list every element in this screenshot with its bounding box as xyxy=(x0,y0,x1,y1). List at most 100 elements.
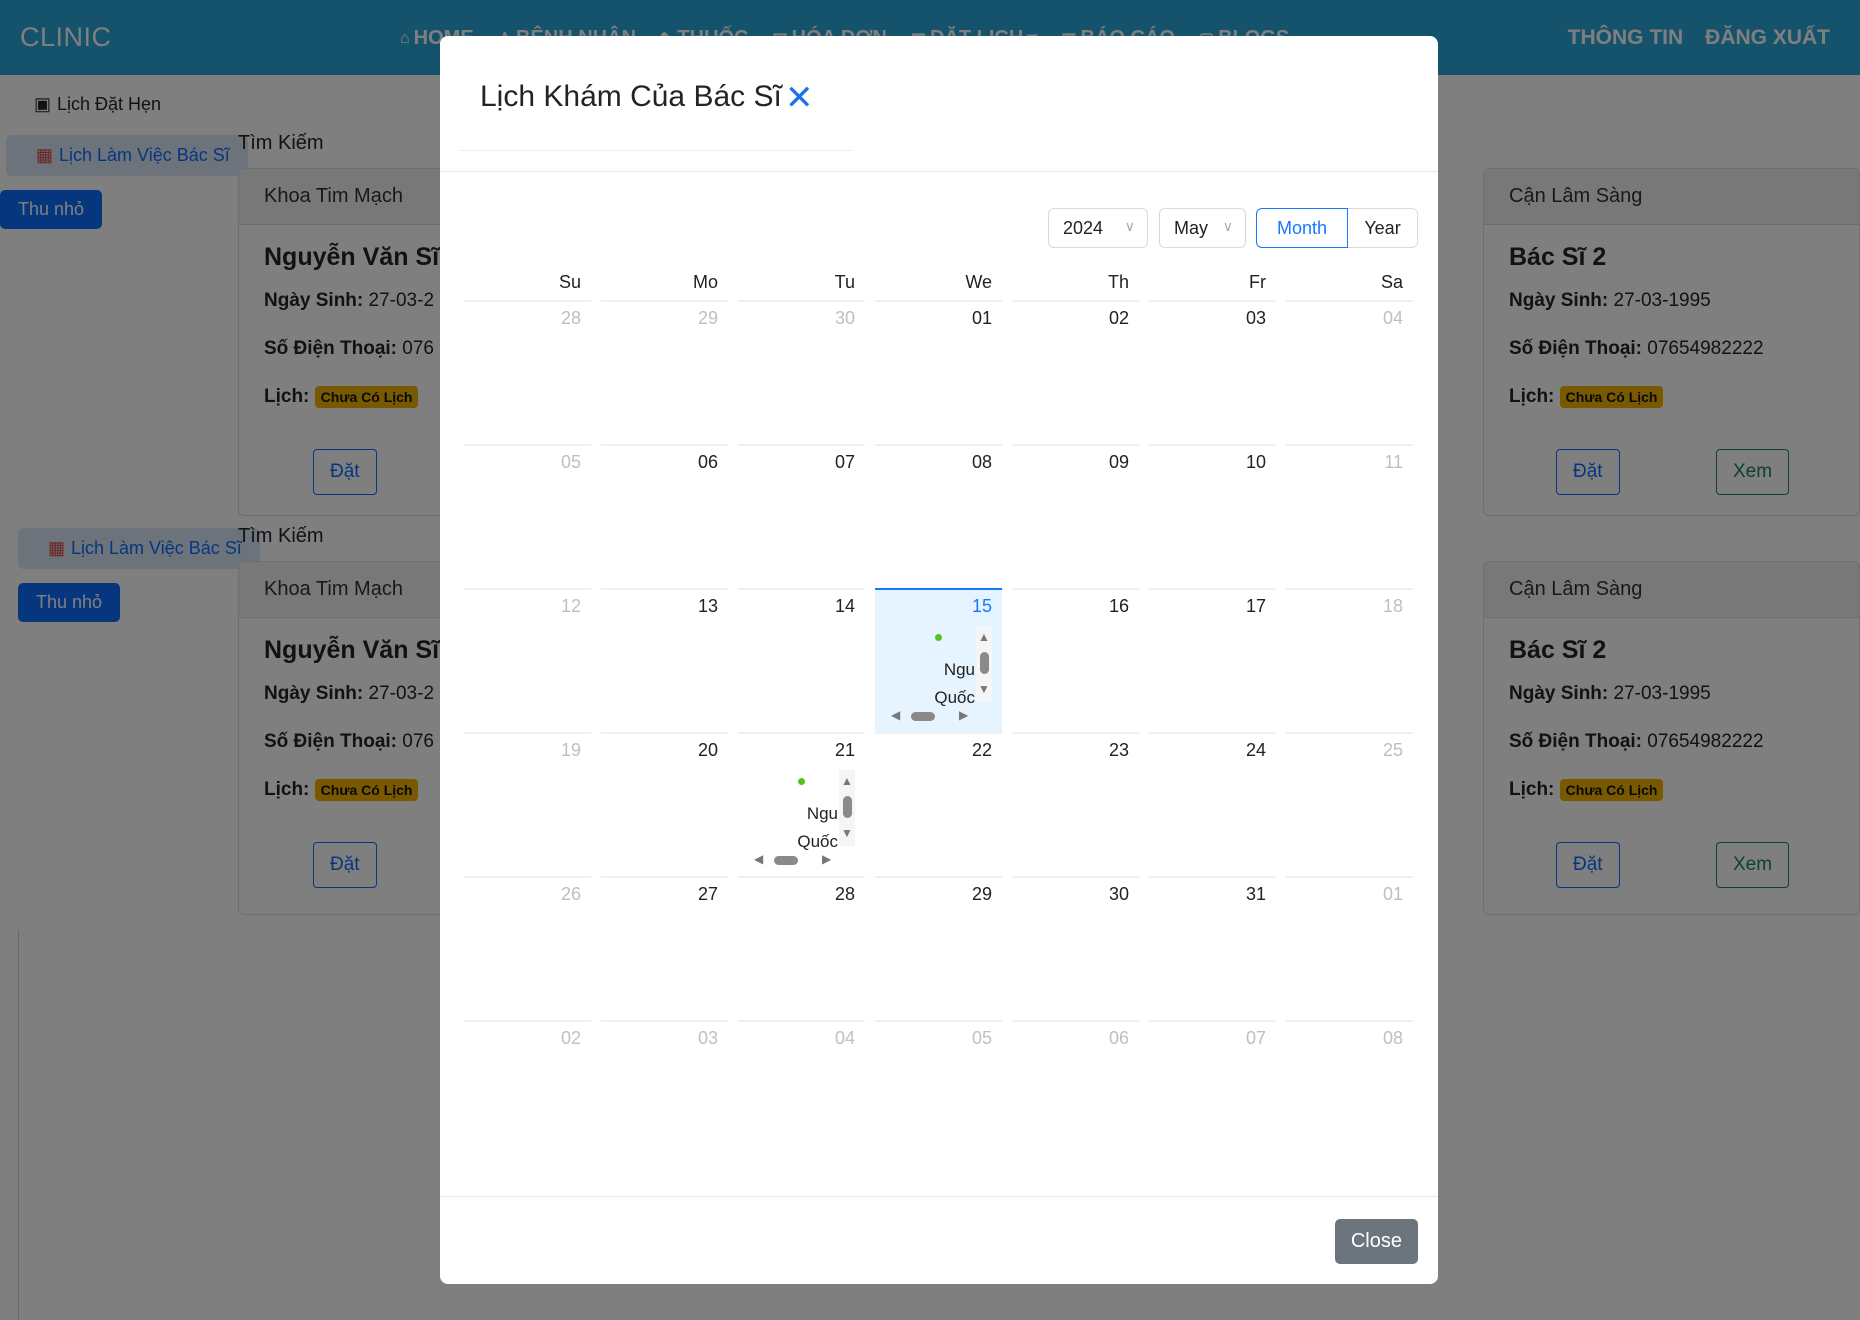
calendar-cell[interactable]: 13 xyxy=(601,588,728,732)
close-icon[interactable]: ✕ xyxy=(785,78,814,118)
day-number: 29 xyxy=(697,308,718,328)
day-number: 02 xyxy=(560,1028,581,1048)
day-number: 30 xyxy=(834,308,855,328)
day-number: 11 xyxy=(1384,452,1403,472)
close-button[interactable]: Close xyxy=(1334,1219,1418,1264)
weekday-header: Mo xyxy=(692,272,718,292)
calendar-cell[interactable]: 08 xyxy=(875,444,1002,588)
day-number: 05 xyxy=(971,1028,992,1048)
day-number: 19 xyxy=(560,740,581,760)
calendar-cell[interactable]: 16 xyxy=(1012,588,1139,732)
calendar-cell[interactable]: 10 xyxy=(1149,444,1276,588)
calendar-cell[interactable]: 03 xyxy=(1149,300,1276,444)
month-select[interactable]: May ∨ xyxy=(1159,208,1246,248)
day-number: 06 xyxy=(1108,1028,1129,1048)
day-number: 02 xyxy=(1108,308,1129,328)
calendar-cell-today[interactable]: 15 Ngu Quốc ▲ ▼ ◀ ▶ xyxy=(875,588,1002,732)
calendar-cell[interactable]: 29 xyxy=(601,300,728,444)
day-number: 20 xyxy=(697,740,718,760)
view-mode-toggle: Month Year xyxy=(1256,208,1418,248)
scroll-thumb[interactable] xyxy=(911,712,935,721)
calendar-event[interactable]: Ngu Quốc ▲ ▼ ◀ ▶ xyxy=(875,626,1002,734)
calendar-cell[interactable]: 25 xyxy=(1286,732,1413,876)
event-text: Ngu Quốc xyxy=(934,660,975,707)
horizontal-scrollbar[interactable]: ◀ ▶ xyxy=(889,708,975,724)
calendar-cell[interactable]: 28 xyxy=(738,876,865,1020)
modal-title: Lịch Khám Của Bác Sĩ xyxy=(480,80,782,113)
scroll-down-icon[interactable]: ▼ xyxy=(978,682,990,696)
modal-header: Lịch Khám Của Bác Sĩ ✕ xyxy=(440,36,1438,172)
day-number: 22 xyxy=(971,740,992,760)
day-number: 06 xyxy=(697,452,718,472)
scroll-thumb[interactable] xyxy=(980,652,989,674)
calendar-cell[interactable]: 26 xyxy=(464,876,591,1020)
calendar-cell[interactable]: 08 xyxy=(1286,1020,1413,1164)
calendar-cell[interactable]: 17 xyxy=(1149,588,1276,732)
scroll-left-icon[interactable]: ◀ xyxy=(891,708,900,722)
day-number: 09 xyxy=(1108,452,1129,472)
day-number: 08 xyxy=(1382,1028,1403,1048)
calendar-cell[interactable]: 09 xyxy=(1012,444,1139,588)
calendar-cell[interactable]: 07 xyxy=(738,444,865,588)
calendar-cell[interactable]: 11 xyxy=(1286,444,1413,588)
calendar-cell[interactable]: 31 xyxy=(1149,876,1276,1020)
chevron-down-icon: ∨ xyxy=(1124,218,1135,234)
calendar-cell[interactable]: 04 xyxy=(1286,300,1413,444)
scroll-up-icon[interactable]: ▲ xyxy=(978,630,990,644)
day-number: 18 xyxy=(1382,596,1403,616)
calendar-cell[interactable]: 19 xyxy=(464,732,591,876)
calendar-cell[interactable]: 29 xyxy=(875,876,1002,1020)
weekday-header: Su xyxy=(558,272,581,292)
year-select[interactable]: 2024 ∨ xyxy=(1048,208,1148,248)
calendar-cell[interactable]: 18 xyxy=(1286,588,1413,732)
horizontal-scrollbar[interactable]: ◀ ▶ xyxy=(752,852,838,868)
calendar-cell[interactable]: 20 xyxy=(601,732,728,876)
scroll-thumb[interactable] xyxy=(843,796,852,818)
calendar-cell[interactable]: 24 xyxy=(1149,732,1276,876)
scroll-right-icon[interactable]: ▶ xyxy=(959,708,968,722)
day-number: 03 xyxy=(697,1028,718,1048)
scroll-right-icon[interactable]: ▶ xyxy=(822,852,831,866)
day-number: 31 xyxy=(1245,884,1266,904)
calendar-cell[interactable]: 22 xyxy=(875,732,1002,876)
day-number: 28 xyxy=(560,308,581,328)
calendar-cell[interactable]: 05 xyxy=(464,444,591,588)
scroll-up-icon[interactable]: ▲ xyxy=(841,774,853,788)
day-number: 29 xyxy=(971,884,992,904)
calendar-cell[interactable]: 30 xyxy=(1012,876,1139,1020)
scroll-thumb[interactable] xyxy=(774,856,798,865)
calendar-cell[interactable]: 03 xyxy=(601,1020,728,1164)
day-number: 24 xyxy=(1245,740,1266,760)
day-number: 07 xyxy=(834,452,855,472)
calendar-cell[interactable]: 21 Ngu Quốc ▲ ▼ ◀ ▶ xyxy=(738,732,865,876)
calendar-cell[interactable]: 02 xyxy=(464,1020,591,1164)
calendar-cell[interactable]: 23 xyxy=(1012,732,1139,876)
calendar-cell[interactable]: 28 xyxy=(464,300,591,444)
mode-month-button[interactable]: Month xyxy=(1256,208,1348,248)
calendar-cell[interactable]: 12 xyxy=(464,588,591,732)
calendar-cell[interactable]: 01 xyxy=(1286,876,1413,1020)
scroll-down-icon[interactable]: ▼ xyxy=(841,826,853,840)
day-number: 23 xyxy=(1108,740,1129,760)
day-number: 01 xyxy=(971,308,992,328)
scroll-left-icon[interactable]: ◀ xyxy=(754,852,763,866)
vertical-scrollbar[interactable]: ▲ ▼ xyxy=(976,626,992,702)
mode-year-button[interactable]: Year xyxy=(1348,208,1418,248)
day-number: 08 xyxy=(971,452,992,472)
calendar-cell[interactable]: 01 xyxy=(875,300,1002,444)
calendar-cell[interactable]: 07 xyxy=(1149,1020,1276,1164)
calendar-cell[interactable]: 02 xyxy=(1012,300,1139,444)
event-text: Ngu Quốc xyxy=(797,804,838,851)
calendar-cell[interactable]: 05 xyxy=(875,1020,1002,1164)
calendar-cell[interactable]: 27 xyxy=(601,876,728,1020)
calendar-cell[interactable]: 06 xyxy=(601,444,728,588)
vertical-scrollbar[interactable]: ▲ ▼ xyxy=(839,770,855,846)
calendar-cell[interactable]: 14 xyxy=(738,588,865,732)
calendar-cell[interactable]: 06 xyxy=(1012,1020,1139,1164)
day-number: 01 xyxy=(1382,884,1403,904)
weekday-header: Fr xyxy=(1249,272,1266,292)
calendar-cell[interactable]: 04 xyxy=(738,1020,865,1164)
calendar-event[interactable]: Ngu Quốc ▲ ▼ ◀ ▶ xyxy=(738,770,865,878)
day-number: 26 xyxy=(560,884,581,904)
calendar-cell[interactable]: 30 xyxy=(738,300,865,444)
